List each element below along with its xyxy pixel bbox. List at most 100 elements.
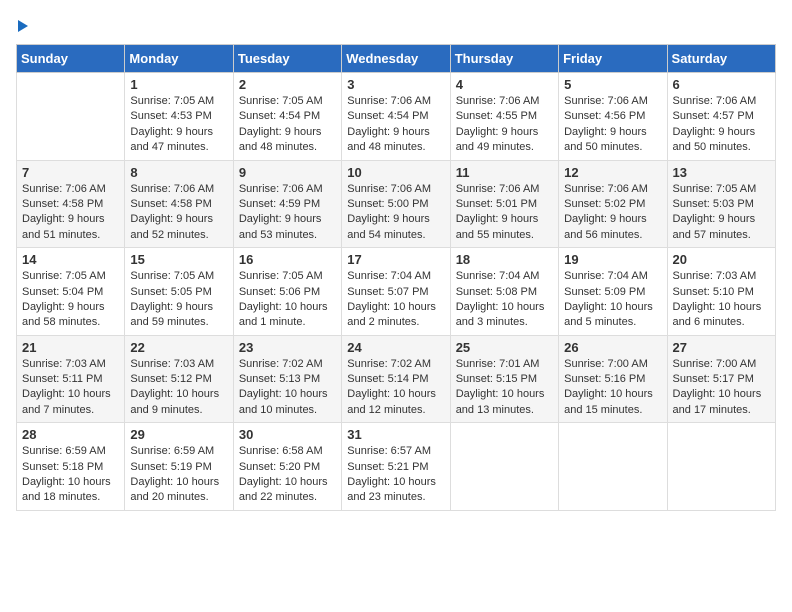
day-number: 24 (347, 340, 444, 355)
day-number: 22 (130, 340, 227, 355)
calendar-cell: 21 Sunrise: 7:03 AM Sunset: 5:11 PM Dayli… (17, 335, 125, 423)
day-info: Sunrise: 7:05 AM Sunset: 5:05 PM Dayligh… (130, 269, 227, 331)
day-info: Sunrise: 7:06 AM Sunset: 4:58 PM Dayligh… (130, 182, 227, 244)
day-info: Sunrise: 7:06 AM Sunset: 4:54 PM Dayligh… (347, 94, 444, 156)
calendar-cell: 10Sunrise: 7:06 AM Sunset: 5:00 PM Dayli… (342, 160, 450, 248)
day-number: 11 (456, 165, 553, 180)
day-info: Sunrise: 7:06 AM Sunset: 5:02 PM Dayligh… (564, 182, 661, 244)
day-info: Sunrise: 7:03 AM Sunset: 5:10 PM Dayligh… (673, 269, 770, 331)
day-info: Sunrise: 7:05 AM Sunset: 5:06 PM Dayligh… (239, 269, 336, 331)
calendar-week-row: 1Sunrise: 7:05 AM Sunset: 4:53 PM Daylig… (17, 73, 776, 161)
calendar-cell: 23Sunrise: 7:02 AM Sunset: 5:13 PM Dayli… (233, 335, 341, 423)
calendar-cell: 29 Sunrise: 6:59 AM Sunset: 5:19 PM Dayli… (125, 423, 233, 511)
day-info: Sunrise: 7:06 AM Sunset: 4:57 PM Dayligh… (673, 94, 770, 156)
calendar-cell (667, 423, 775, 511)
day-number: 8 (130, 165, 227, 180)
day-info: Sunrise: 7:05 AM Sunset: 5:03 PM Dayligh… (673, 182, 770, 244)
day-info: Sunrise: 7:06 AM Sunset: 4:56 PM Dayligh… (564, 94, 661, 156)
day-info: Sunrise: 7:06 AM Sunset: 5:01 PM Dayligh… (456, 182, 553, 244)
calendar-cell: 14 Sunrise: 7:05 AM Sunset: 5:04 PM Dayli… (17, 248, 125, 336)
day-number: 14 (22, 252, 119, 267)
logo-arrow-icon (18, 20, 28, 32)
calendar-body: 1Sunrise: 7:05 AM Sunset: 4:53 PM Daylig… (17, 73, 776, 511)
day-info: Sunrise: 6:59 AM Sunset: 5:19 PM Dayligh… (130, 444, 227, 506)
calendar-cell: 31 Sunrise: 6:57 AM Sunset: 5:21 PM Dayli… (342, 423, 450, 511)
calendar-table: SundayMondayTuesdayWednesdayThursdayFrid… (16, 44, 776, 511)
calendar-cell: 26 Sunrise: 7:00 AM Sunset: 5:16 PM Dayli… (559, 335, 667, 423)
day-info: Sunrise: 7:02 AM Sunset: 5:14 PM Dayligh… (347, 357, 444, 419)
day-number: 4 (456, 77, 553, 92)
calendar-cell: 16 Sunrise: 7:05 AM Sunset: 5:06 PM Dayli… (233, 248, 341, 336)
calendar-cell: 18 Sunrise: 7:04 AM Sunset: 5:08 PM Dayli… (450, 248, 558, 336)
day-number: 28 (22, 427, 119, 442)
day-info: Sunrise: 7:03 AM Sunset: 5:11 PM Dayligh… (22, 357, 119, 419)
calendar-header: SundayMondayTuesdayWednesdayThursdayFrid… (17, 45, 776, 73)
calendar-week-row: 28 Sunrise: 6:59 AM Sunset: 5:18 PM Dayli… (17, 423, 776, 511)
day-number: 7 (22, 165, 119, 180)
day-number: 19 (564, 252, 661, 267)
calendar-week-row: 21 Sunrise: 7:03 AM Sunset: 5:11 PM Dayli… (17, 335, 776, 423)
calendar-cell: 11 Sunrise: 7:06 AM Sunset: 5:01 PM Dayli… (450, 160, 558, 248)
weekday-header-monday: Monday (125, 45, 233, 73)
calendar-cell: 12Sunrise: 7:06 AM Sunset: 5:02 PM Dayli… (559, 160, 667, 248)
calendar-cell: 19 Sunrise: 7:04 AM Sunset: 5:09 PM Dayli… (559, 248, 667, 336)
day-number: 16 (239, 252, 336, 267)
calendar-cell: 6Sunrise: 7:06 AM Sunset: 4:57 PM Daylig… (667, 73, 775, 161)
day-number: 31 (347, 427, 444, 442)
page-header (16, 16, 776, 32)
calendar-cell: 13 Sunrise: 7:05 AM Sunset: 5:03 PM Dayli… (667, 160, 775, 248)
day-info: Sunrise: 7:04 AM Sunset: 5:09 PM Dayligh… (564, 269, 661, 331)
day-number: 17 (347, 252, 444, 267)
weekday-header-sunday: Sunday (17, 45, 125, 73)
calendar-cell: 25Sunrise: 7:01 AM Sunset: 5:15 PM Dayli… (450, 335, 558, 423)
day-info: Sunrise: 6:57 AM Sunset: 5:21 PM Dayligh… (347, 444, 444, 506)
day-number: 13 (673, 165, 770, 180)
day-number: 5 (564, 77, 661, 92)
calendar-cell: 17 Sunrise: 7:04 AM Sunset: 5:07 PM Dayli… (342, 248, 450, 336)
day-info: Sunrise: 6:58 AM Sunset: 5:20 PM Dayligh… (239, 444, 336, 506)
calendar-cell: 27Sunrise: 7:00 AM Sunset: 5:17 PM Dayli… (667, 335, 775, 423)
day-number: 18 (456, 252, 553, 267)
day-number: 3 (347, 77, 444, 92)
day-info: Sunrise: 7:04 AM Sunset: 5:08 PM Dayligh… (456, 269, 553, 331)
calendar-cell: 8 Sunrise: 7:06 AM Sunset: 4:58 PM Daylig… (125, 160, 233, 248)
calendar-cell: 4 Sunrise: 7:06 AM Sunset: 4:55 PM Daylig… (450, 73, 558, 161)
day-info: Sunrise: 7:05 AM Sunset: 4:54 PM Dayligh… (239, 94, 336, 156)
day-info: Sunrise: 7:06 AM Sunset: 4:58 PM Dayligh… (22, 182, 119, 244)
calendar-cell: 28 Sunrise: 6:59 AM Sunset: 5:18 PM Dayli… (17, 423, 125, 511)
calendar-week-row: 14 Sunrise: 7:05 AM Sunset: 5:04 PM Dayli… (17, 248, 776, 336)
calendar-cell: 30 Sunrise: 6:58 AM Sunset: 5:20 PM Dayli… (233, 423, 341, 511)
day-info: Sunrise: 7:00 AM Sunset: 5:16 PM Dayligh… (564, 357, 661, 419)
calendar-cell: 22 Sunrise: 7:03 AM Sunset: 5:12 PM Dayli… (125, 335, 233, 423)
day-number: 15 (130, 252, 227, 267)
logo (16, 16, 28, 32)
day-number: 2 (239, 77, 336, 92)
calendar-cell: 24 Sunrise: 7:02 AM Sunset: 5:14 PM Dayli… (342, 335, 450, 423)
day-number: 30 (239, 427, 336, 442)
day-number: 10 (347, 165, 444, 180)
day-number: 25 (456, 340, 553, 355)
day-number: 26 (564, 340, 661, 355)
calendar-cell: 2 Sunrise: 7:05 AM Sunset: 4:54 PM Daylig… (233, 73, 341, 161)
day-info: Sunrise: 7:05 AM Sunset: 4:53 PM Dayligh… (130, 94, 227, 156)
weekday-header-thursday: Thursday (450, 45, 558, 73)
calendar-week-row: 7 Sunrise: 7:06 AM Sunset: 4:58 PM Daylig… (17, 160, 776, 248)
day-info: Sunrise: 7:03 AM Sunset: 5:12 PM Dayligh… (130, 357, 227, 419)
weekday-header-tuesday: Tuesday (233, 45, 341, 73)
calendar-cell (559, 423, 667, 511)
day-number: 23 (239, 340, 336, 355)
day-info: Sunrise: 6:59 AM Sunset: 5:18 PM Dayligh… (22, 444, 119, 506)
calendar-cell: 7 Sunrise: 7:06 AM Sunset: 4:58 PM Daylig… (17, 160, 125, 248)
day-info: Sunrise: 7:04 AM Sunset: 5:07 PM Dayligh… (347, 269, 444, 331)
day-number: 21 (22, 340, 119, 355)
weekday-header-row: SundayMondayTuesdayWednesdayThursdayFrid… (17, 45, 776, 73)
day-number: 9 (239, 165, 336, 180)
calendar-cell: 5 Sunrise: 7:06 AM Sunset: 4:56 PM Daylig… (559, 73, 667, 161)
day-info: Sunrise: 7:05 AM Sunset: 5:04 PM Dayligh… (22, 269, 119, 331)
calendar-cell: 15 Sunrise: 7:05 AM Sunset: 5:05 PM Dayli… (125, 248, 233, 336)
day-number: 29 (130, 427, 227, 442)
day-info: Sunrise: 7:06 AM Sunset: 4:55 PM Dayligh… (456, 94, 553, 156)
calendar-cell (450, 423, 558, 511)
calendar-cell (17, 73, 125, 161)
day-info: Sunrise: 7:06 AM Sunset: 4:59 PM Dayligh… (239, 182, 336, 244)
